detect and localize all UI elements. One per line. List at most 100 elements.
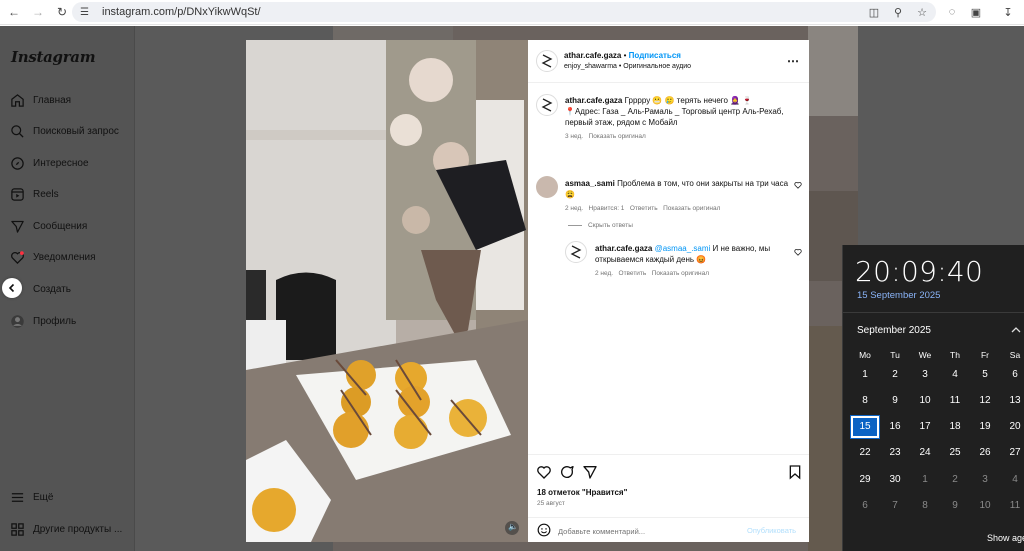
extensions-puzzle-icon[interactable]: ▣: [968, 4, 984, 20]
calendar-day[interactable]: 12: [970, 389, 1000, 413]
audio-label[interactable]: enjoy_shawarma • Оригинальное аудио: [564, 63, 691, 70]
comment-time[interactable]: 2 нед.: [565, 205, 583, 212]
calendar-day[interactable]: 15: [850, 415, 880, 439]
calendar-day[interactable]: 29: [850, 468, 880, 492]
sidebar-item-label: Профиль: [33, 315, 77, 327]
zoom-icon[interactable]: ⚲: [890, 4, 906, 20]
reload-icon[interactable]: ↻: [54, 4, 70, 20]
calendar-day[interactable]: 2: [880, 363, 910, 387]
calendar-day[interactable]: 3: [910, 363, 940, 387]
calendar-day[interactable]: 2: [940, 468, 970, 492]
calendar-day[interactable]: 1: [910, 468, 940, 492]
calendar-day[interactable]: 9: [940, 494, 970, 518]
comment-reply-button[interactable]: Ответить: [630, 205, 658, 212]
comment-like-icon[interactable]: [794, 181, 802, 189]
calendar-day[interactable]: 1: [850, 363, 880, 387]
publish-button[interactable]: Опубликовать: [747, 526, 796, 535]
sidebar-item-label: Reels: [33, 188, 59, 200]
hide-replies-button[interactable]: Скрыть ответы: [568, 222, 633, 229]
download-icon[interactable]: ↧: [1000, 4, 1016, 20]
reply-author[interactable]: athar.cafe.gaza: [595, 244, 652, 253]
calendar-day[interactable]: 4: [940, 363, 970, 387]
calendar-day[interactable]: 30: [880, 468, 910, 492]
caption-time[interactable]: 3 нед.: [565, 133, 583, 140]
more-options-icon[interactable]: ⋯: [787, 54, 799, 68]
likes-count[interactable]: 18 отметок "Нравится": [537, 488, 627, 497]
calendar-day[interactable]: 16: [880, 415, 910, 439]
sidebar-item-search[interactable]: Поисковый запрос: [9, 121, 119, 141]
calendar-day[interactable]: 19: [970, 415, 1000, 439]
follow-button[interactable]: Подписаться: [629, 51, 681, 60]
back-icon[interactable]: ←: [6, 4, 22, 20]
calendar-day[interactable]: 8: [910, 494, 940, 518]
sidebar-item-other-products[interactable]: Другие продукты ...: [9, 519, 122, 539]
calendar-day[interactable]: 27: [1000, 441, 1024, 465]
calendar-day[interactable]: 4: [1000, 468, 1024, 492]
caption-avatar[interactable]: [536, 94, 558, 116]
reply-time[interactable]: 2 нед.: [595, 270, 613, 277]
calendar-day[interactable]: 13: [1000, 389, 1024, 413]
calendar-day[interactable]: 6: [850, 494, 880, 518]
comment-icon[interactable]: [559, 464, 575, 480]
share-icon[interactable]: [582, 464, 598, 480]
show-agenda-button[interactable]: Show agenda: [987, 533, 1024, 543]
calendar-day[interactable]: 3: [970, 468, 1000, 492]
calendar-day[interactable]: 24: [910, 441, 940, 465]
reply-show-original[interactable]: Показать оригинал: [652, 270, 709, 277]
sidebar-item-explore[interactable]: Интересное: [9, 153, 89, 173]
forward-icon[interactable]: →: [30, 4, 46, 20]
calendar-day[interactable]: 10: [970, 494, 1000, 518]
calendar-day[interactable]: 17: [910, 415, 940, 439]
calendar-day[interactable]: 11: [1000, 494, 1024, 518]
calendar-month[interactable]: September 2025: [857, 325, 931, 336]
emoji-icon[interactable]: [537, 523, 551, 537]
calendar-day[interactable]: 8: [850, 389, 880, 413]
calendar-day[interactable]: 6: [1000, 363, 1024, 387]
calendar-day[interactable]: 26: [970, 441, 1000, 465]
collapse-sidebar-button[interactable]: [2, 278, 22, 298]
post-image[interactable]: 🔈: [246, 40, 528, 542]
extension-icon[interactable]: ◌: [944, 4, 960, 20]
address-bar[interactable]: ☰ instagram.com/p/DNxYikwWqSt/ ◫ ⚲ ☆: [72, 2, 936, 22]
calendar-day[interactable]: 22: [850, 441, 880, 465]
post-author[interactable]: athar.cafe.gaza: [564, 51, 621, 60]
reply-like-icon[interactable]: [794, 248, 802, 256]
sidebar-item-more[interactable]: Ещё: [9, 487, 53, 507]
commenter-avatar[interactable]: [536, 176, 558, 198]
like-icon[interactable]: [536, 464, 552, 480]
comment-input[interactable]: [558, 524, 738, 538]
avatar[interactable]: [536, 50, 558, 72]
calendar-day[interactable]: 7: [880, 494, 910, 518]
reply-mention[interactable]: @asmaa_.sami: [655, 244, 711, 253]
weekday-label: Th: [950, 350, 960, 360]
instagram-logo[interactable]: Instagram: [11, 48, 96, 66]
calendar-day[interactable]: 10: [910, 389, 940, 413]
bookmark-star-icon[interactable]: ☆: [914, 4, 930, 20]
calendar-day[interactable]: 9: [880, 389, 910, 413]
sidebar-item-notifications[interactable]: Уведомления: [9, 247, 96, 267]
calendar-day[interactable]: 5: [970, 363, 1000, 387]
site-info-icon[interactable]: ☰: [80, 7, 94, 18]
sidebar-item-home[interactable]: Главная: [9, 90, 71, 110]
url-text[interactable]: instagram.com/p/DNxYikwWqSt/: [102, 6, 261, 18]
calendar-day[interactable]: 23: [880, 441, 910, 465]
sidebar-item-profile[interactable]: Профиль: [9, 311, 76, 331]
calendar-day[interactable]: 20: [1000, 415, 1024, 439]
calendar-day[interactable]: 18: [940, 415, 970, 439]
caption-show-original[interactable]: Показать оригинал: [589, 133, 646, 140]
mute-icon[interactable]: 🔈: [508, 522, 518, 532]
comment-likes[interactable]: Нравится: 1: [589, 205, 625, 212]
reply-reply-button[interactable]: Ответить: [619, 270, 647, 277]
clock-date[interactable]: 15 September 2025: [857, 290, 940, 301]
sidebar-item-messages[interactable]: Сообщения: [9, 216, 87, 236]
sidebar-item-reels[interactable]: Reels: [9, 184, 59, 204]
calendar-day[interactable]: 11: [940, 389, 970, 413]
comment-show-original[interactable]: Показать оригинал: [663, 205, 720, 212]
reply-avatar[interactable]: [565, 241, 587, 263]
caption-author[interactable]: athar.cafe.gaza: [565, 96, 622, 105]
install-app-icon[interactable]: ◫: [866, 4, 882, 20]
comment-author[interactable]: asmaa_.sami: [565, 179, 615, 188]
bookmark-icon[interactable]: [787, 464, 803, 480]
calendar-day[interactable]: 25: [940, 441, 970, 465]
chevron-up-icon[interactable]: [1009, 323, 1023, 337]
